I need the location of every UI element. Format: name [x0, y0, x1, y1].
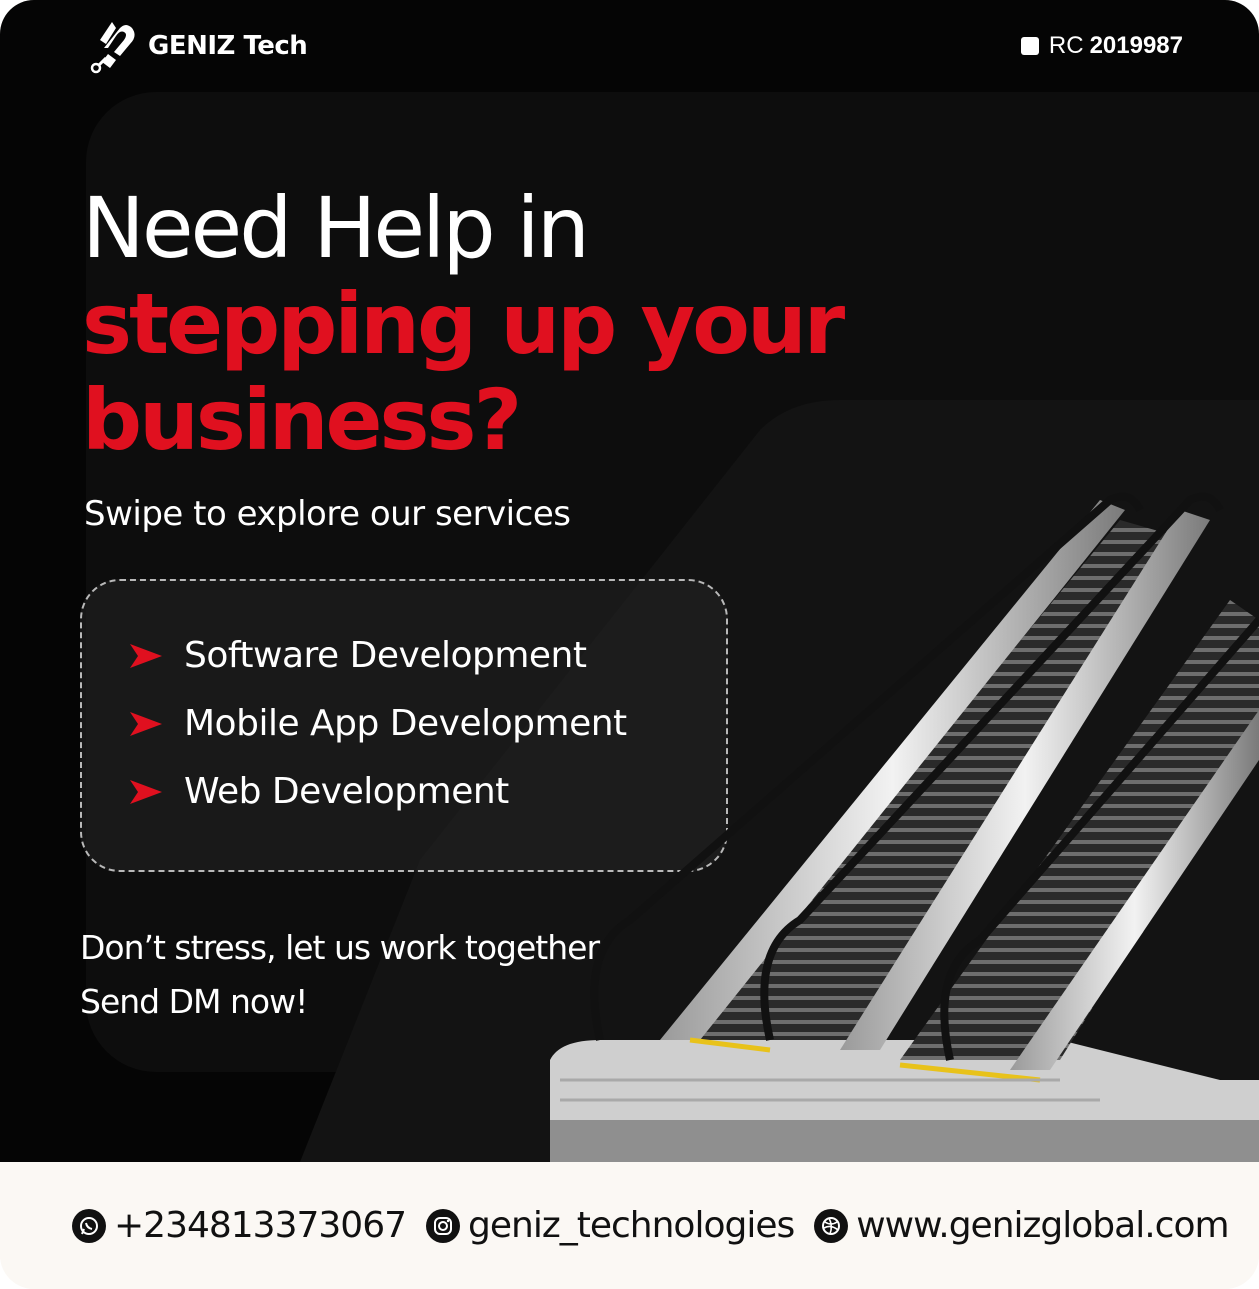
instagram-handle[interactable]: geniz_technologies	[468, 1205, 795, 1246]
phone-contact[interactable]: +2348133730​67	[72, 1205, 407, 1246]
phone-number[interactable]: +2348133730​67	[114, 1205, 407, 1246]
website-url[interactable]: www.genizglobal.com	[856, 1205, 1229, 1246]
headline-line-3: business?	[82, 371, 522, 469]
instagram-contact[interactable]: geniz_technologies	[426, 1205, 795, 1246]
whatsapp-icon	[72, 1208, 106, 1243]
brand-name: GENIZ Tech	[148, 31, 308, 61]
headline: Need Help in stepping up your business?	[82, 179, 845, 469]
headline-line-2: stepping up your	[82, 275, 845, 373]
rc-label: RC	[1048, 32, 1084, 59]
globe-icon	[814, 1208, 849, 1243]
geniz-logo-icon	[90, 22, 135, 74]
contact-footer: +2348133730​67 geniz_technologies www.ge…	[0, 1162, 1259, 1289]
hero-section: GENIZ Tech RC 2019987 Need Help in stepp…	[0, 0, 1259, 1162]
service-item: Software Development	[128, 635, 587, 676]
cta-line-1: Don’t stress, let us work together	[80, 928, 600, 967]
service-label: Software Development	[184, 635, 587, 676]
brand-logo: GENIZ Tech	[86, 18, 308, 74]
instagram-icon	[426, 1208, 461, 1243]
red-arrow-icon	[130, 711, 162, 736]
red-arrow-icon	[130, 643, 162, 668]
subtitle: Swipe to explore our services	[84, 494, 571, 534]
promo-card: GENIZ Tech RC 2019987 Need Help in stepp…	[0, 0, 1259, 1289]
headline-line-1: Need Help in	[82, 179, 590, 277]
cta-line-2: Send DM now!	[80, 982, 308, 1021]
website-contact[interactable]: www.genizglobal.com	[814, 1205, 1230, 1246]
rc-number: 2019987	[1089, 32, 1183, 59]
red-arrow-icon	[130, 779, 162, 804]
square-icon	[1020, 37, 1039, 55]
service-label: Web Development	[184, 771, 509, 812]
registration-number: RC 2019987	[1020, 32, 1183, 60]
escalator-image	[550, 492, 1259, 1162]
service-item: Web Development	[128, 771, 509, 812]
